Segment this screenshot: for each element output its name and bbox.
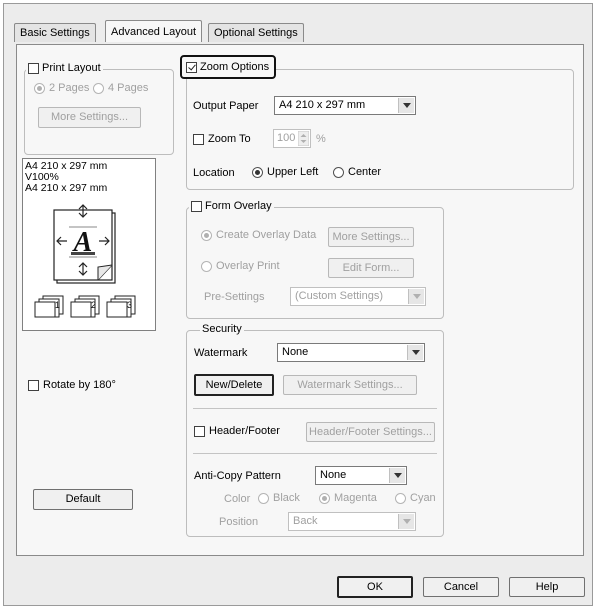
color-black-option[interactable]: Black <box>258 492 300 504</box>
chevron-down-icon[interactable] <box>389 468 405 483</box>
four-pages-option[interactable]: 4 Pages <box>93 82 148 94</box>
cancel-button[interactable]: Cancel <box>423 577 499 597</box>
chevron-down-icon[interactable] <box>398 514 414 529</box>
watermark-settings-button[interactable]: Watermark Settings... <box>283 375 417 395</box>
svg-text:3: 3 <box>127 300 132 310</box>
default-button[interactable]: Default <box>33 489 133 510</box>
color-magenta-option[interactable]: Magenta <box>319 492 377 504</box>
header-footer-checkbox[interactable] <box>194 425 205 437</box>
svg-text:1: 1 <box>55 300 60 310</box>
rotate-180-option[interactable]: Rotate by 180° <box>28 379 116 391</box>
zoom-options-label: Zoom Options <box>200 61 270 73</box>
preview-glyph: A <box>72 227 93 258</box>
form-overlay-checkbox[interactable] <box>191 200 202 212</box>
create-overlay-data-label: Create Overlay Data <box>216 229 317 241</box>
zoom-to-label: Zoom To <box>208 133 251 145</box>
spinner-arrows-icon[interactable] <box>298 131 309 146</box>
pre-settings-label: Pre-Settings <box>204 291 265 303</box>
print-layout-toggle[interactable]: Print Layout <box>26 62 103 74</box>
header-footer-settings-button[interactable]: Header/Footer Settings... <box>306 422 435 442</box>
four-pages-label: 4 Pages <box>108 82 149 94</box>
two-pages-option[interactable]: 2 Pages <box>34 82 89 94</box>
center-radio[interactable] <box>333 166 344 178</box>
pre-settings-value: (Custom Settings) <box>295 290 384 302</box>
zoom-to-checkbox[interactable] <box>193 133 204 145</box>
location-label: Location <box>193 167 235 179</box>
advanced-layout-panel: Print Layout 2 Pages 4 Pages More Settin… <box>16 44 584 556</box>
create-overlay-data-radio[interactable] <box>201 229 212 241</box>
ok-button[interactable]: OK <box>337 576 413 598</box>
zoom-options-toggle[interactable]: Zoom Options <box>180 55 276 79</box>
center-option[interactable]: Center <box>333 166 381 178</box>
chevron-down-icon[interactable] <box>398 98 414 113</box>
page-preview-icon: A <box>53 204 116 284</box>
create-overlay-data-option[interactable]: Create Overlay Data <box>201 229 316 241</box>
security-divider-2 <box>193 453 437 454</box>
watermark-value: None <box>282 346 309 358</box>
form-overlay-toggle[interactable]: Form Overlay <box>189 200 274 212</box>
zoom-options-checkbox[interactable] <box>186 61 197 73</box>
pre-settings-select[interactable]: (Custom Settings) <box>290 287 426 306</box>
percent-label: % <box>316 133 326 145</box>
layout-more-settings-button[interactable]: More Settings... <box>38 107 141 128</box>
color-black-radio[interactable] <box>258 492 269 504</box>
position-select[interactable]: Back <box>288 512 416 531</box>
upper-left-option[interactable]: Upper Left <box>252 166 318 178</box>
color-cyan-option[interactable]: Cyan <box>395 492 436 504</box>
upper-left-radio[interactable] <box>252 166 263 178</box>
upper-left-label: Upper Left <box>267 166 319 178</box>
color-black-label: Black <box>273 492 300 504</box>
print-layout-checkbox[interactable] <box>28 62 39 74</box>
color-magenta-radio[interactable] <box>319 492 330 504</box>
chevron-down-icon[interactable] <box>407 345 423 360</box>
overlay-more-settings-button[interactable]: More Settings... <box>328 227 414 247</box>
output-paper-label: Output Paper <box>193 100 259 112</box>
layout-preview: A4 210 x 297 mm V100% A4 210 x 297 mm A <box>22 158 156 331</box>
center-label: Center <box>348 166 382 178</box>
tab-basic-settings[interactable]: Basic Settings <box>14 23 96 42</box>
rotate-180-checkbox[interactable] <box>28 379 39 391</box>
two-pages-radio[interactable] <box>34 82 45 94</box>
position-label: Position <box>219 516 259 528</box>
overlay-print-radio[interactable] <box>201 260 212 272</box>
security-title: Security <box>200 323 244 335</box>
edit-form-button[interactable]: Edit Form... <box>328 258 414 278</box>
color-cyan-radio[interactable] <box>395 492 406 504</box>
help-button[interactable]: Help <box>509 577 585 597</box>
header-footer-option[interactable]: Header/Footer <box>194 425 280 437</box>
tab-advanced-layout[interactable]: Advanced Layout <box>105 20 203 42</box>
overlay-print-option[interactable]: Overlay Print <box>201 260 280 272</box>
four-pages-radio[interactable] <box>93 82 104 94</box>
security-divider-1 <box>193 408 437 409</box>
form-overlay-label: Form Overlay <box>205 200 272 212</box>
copies-icon: 1 2 3 <box>34 295 136 318</box>
watermark-select[interactable]: None <box>277 343 425 362</box>
position-value: Back <box>293 515 318 527</box>
anti-copy-label: Anti-Copy Pattern <box>194 470 281 482</box>
header-footer-label: Header/Footer <box>209 425 280 437</box>
color-label: Color <box>224 493 251 505</box>
zoom-to-option[interactable]: Zoom To <box>193 133 251 145</box>
color-cyan-label: Cyan <box>410 492 436 504</box>
color-magenta-label: Magenta <box>334 492 377 504</box>
zoom-to-value: 100 <box>277 132 296 144</box>
watermark-label: Watermark <box>194 347 248 359</box>
svg-text:2: 2 <box>91 300 96 310</box>
zoom-to-spinner[interactable]: 100 <box>273 129 311 148</box>
rotate-180-label: Rotate by 180° <box>43 379 116 391</box>
overlay-print-label: Overlay Print <box>216 260 280 272</box>
output-paper-value: A4 210 x 297 mm <box>279 99 366 111</box>
preview-output-size: A4 210 x 297 mm <box>25 182 108 194</box>
anti-copy-select[interactable]: None <box>315 466 407 485</box>
output-paper-select[interactable]: A4 210 x 297 mm <box>274 96 416 115</box>
preview-text: A4 210 x 297 mm V100% A4 210 x 297 mm <box>25 161 107 194</box>
two-pages-label: 2 Pages <box>49 82 90 94</box>
print-layout-label: Print Layout <box>42 62 101 74</box>
printer-properties-dialog: Basic Settings Advanced Layout Optional … <box>3 3 593 606</box>
chevron-down-icon[interactable] <box>408 289 424 304</box>
tab-optional-settings[interactable]: Optional Settings <box>208 23 304 42</box>
anti-copy-value: None <box>320 469 347 481</box>
new-delete-button[interactable]: New/Delete <box>194 374 274 396</box>
